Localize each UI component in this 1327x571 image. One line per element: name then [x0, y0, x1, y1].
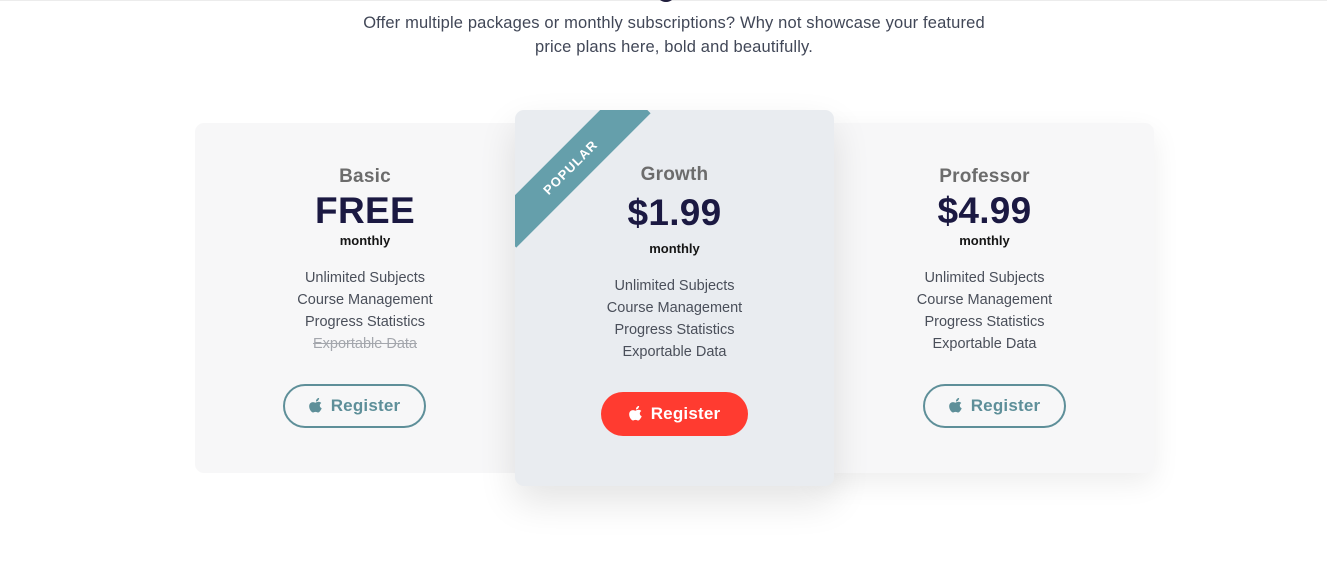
feature-item: Unlimited Subjects — [924, 270, 1045, 286]
feature-item-disabled: Exportable Data — [313, 336, 417, 352]
plan-name: Growth — [640, 164, 709, 185]
feature-item: Exportable Data — [932, 336, 1037, 352]
feature-item: Progress Statistics — [304, 314, 426, 330]
plan-price: $4.99 — [937, 190, 1032, 231]
register-button-label: Register — [650, 404, 721, 423]
plan-card-professor: Professor $4.99 monthly Unlimited Subjec… — [815, 123, 1154, 473]
register-button[interactable]: Register — [601, 392, 748, 436]
feature-item: Progress Statistics — [924, 314, 1045, 330]
apple-icon — [948, 398, 963, 414]
plan-name: Professor — [939, 166, 1030, 187]
plan-card-growth: POPULAR Growth $1.99 monthly Unlimited S… — [515, 110, 834, 486]
plan-period: monthly — [959, 233, 1010, 248]
feature-item: Course Management — [916, 292, 1053, 308]
plan-price: FREE — [315, 190, 415, 231]
feature-item: Unlimited Subjects — [304, 270, 426, 286]
register-button-label: Register — [970, 396, 1041, 415]
feature-item: Course Management — [297, 292, 433, 308]
register-button[interactable]: Register — [283, 384, 426, 428]
pricing-intro: Offer multiple packages or monthly subsc… — [294, 11, 1054, 59]
plan-period: monthly — [339, 233, 391, 248]
feature-list: Unlimited Subjects Course Management Pro… — [515, 275, 834, 363]
plan-price: $1.99 — [627, 192, 722, 233]
register-button-label: Register — [330, 396, 401, 415]
feature-list: Unlimited Subjects Course Management Pro… — [195, 267, 535, 355]
pricing-intro-line-1: Offer multiple packages or monthly subsc… — [363, 14, 985, 32]
feature-item: Progress Statistics — [614, 322, 735, 338]
apple-icon — [628, 406, 643, 422]
feature-list: Unlimited Subjects Course Management Pro… — [815, 267, 1154, 355]
feature-item: Unlimited Subjects — [614, 278, 735, 294]
feature-item: Course Management — [606, 300, 743, 316]
feature-item: Exportable Data — [622, 344, 727, 360]
plan-name: Basic — [339, 166, 391, 187]
plan-card-basic: Basic FREE monthly Unlimited Subjects Co… — [195, 123, 535, 473]
register-button[interactable]: Register — [923, 384, 1066, 428]
pricing-intro-line-2: price plans here, bold and beautifully. — [535, 38, 813, 56]
apple-icon — [308, 398, 323, 414]
plan-period: monthly — [649, 241, 700, 256]
